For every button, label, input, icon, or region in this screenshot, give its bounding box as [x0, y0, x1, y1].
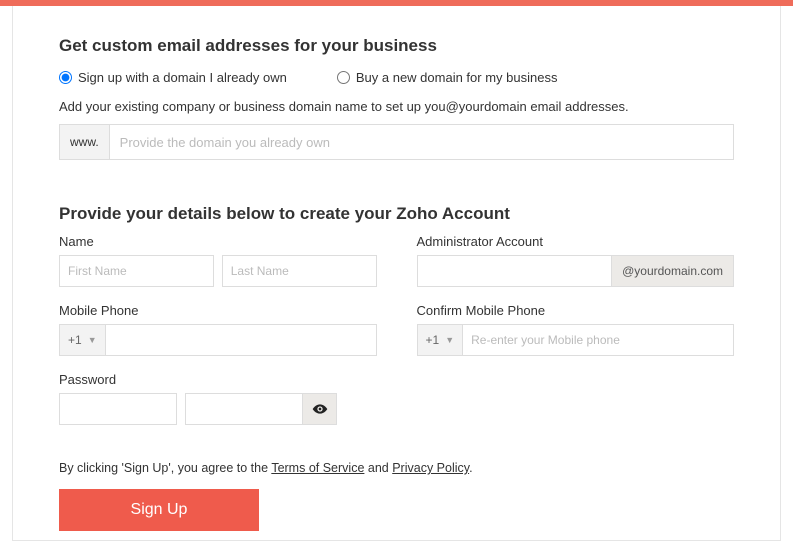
- signup-panel: Get custom email addresses for your busi…: [12, 6, 781, 541]
- first-name-input[interactable]: [59, 255, 214, 287]
- section-title-details: Provide your details below to create you…: [59, 204, 734, 224]
- admin-label: Administrator Account: [417, 234, 735, 249]
- password-input[interactable]: [59, 393, 177, 425]
- name-field-block: Name: [59, 234, 377, 287]
- admin-account-input[interactable]: [417, 255, 613, 287]
- domain-input-wrap: www.: [59, 124, 734, 160]
- chevron-down-icon: ▼: [445, 335, 454, 345]
- name-label: Name: [59, 234, 377, 249]
- admin-field-block: Administrator Account @yourdomain.com: [417, 234, 735, 287]
- confirm-mobile-country-code-select[interactable]: +1 ▼: [417, 324, 464, 356]
- agree-suffix: .: [469, 461, 472, 475]
- form-col-right: Administrator Account @yourdomain.com Co…: [417, 234, 735, 441]
- mobile-field-block: Mobile Phone +1 ▼: [59, 303, 377, 356]
- terms-of-service-link[interactable]: Terms of Service: [271, 461, 364, 475]
- mobile-country-code-select[interactable]: +1 ▼: [59, 324, 106, 356]
- domain-option-radios: Sign up with a domain I already own Buy …: [59, 70, 734, 85]
- confirm-mobile-label: Confirm Mobile Phone: [417, 303, 735, 318]
- mobile-input[interactable]: [106, 324, 377, 356]
- password-label: Password: [59, 372, 377, 387]
- toggle-password-visibility[interactable]: [303, 393, 337, 425]
- radio-buy-domain-input[interactable]: [337, 71, 350, 84]
- mobile-label: Mobile Phone: [59, 303, 377, 318]
- admin-domain-suffix: @yourdomain.com: [612, 255, 734, 287]
- radio-own-domain[interactable]: Sign up with a domain I already own: [59, 70, 287, 85]
- radio-buy-domain-label: Buy a new domain for my business: [356, 70, 558, 85]
- form-grid: Name Mobile Phone +1 ▼ Password: [59, 234, 734, 441]
- mobile-country-code-value: +1: [68, 333, 82, 347]
- confirm-password-input[interactable]: [185, 393, 303, 425]
- domain-input[interactable]: [110, 125, 733, 159]
- domain-hint-text: Add your existing company or business do…: [59, 99, 734, 114]
- form-col-left: Name Mobile Phone +1 ▼ Password: [59, 234, 377, 441]
- chevron-down-icon: ▼: [88, 335, 97, 345]
- confirm-mobile-country-code-value: +1: [426, 333, 440, 347]
- last-name-input[interactable]: [222, 255, 377, 287]
- eye-icon: [312, 401, 328, 417]
- section-title-domain: Get custom email addresses for your busi…: [59, 36, 734, 56]
- radio-own-domain-input[interactable]: [59, 71, 72, 84]
- privacy-policy-link[interactable]: Privacy Policy: [392, 461, 469, 475]
- agreement-text: By clicking 'Sign Up', you agree to the …: [59, 461, 734, 475]
- domain-prefix-label: www.: [60, 125, 110, 159]
- radio-own-domain-label: Sign up with a domain I already own: [78, 70, 287, 85]
- confirm-mobile-input[interactable]: [463, 324, 734, 356]
- agree-mid: and: [364, 461, 392, 475]
- radio-buy-domain[interactable]: Buy a new domain for my business: [337, 70, 558, 85]
- password-field-block: Password: [59, 372, 377, 425]
- signup-button[interactable]: Sign Up: [59, 489, 259, 531]
- confirm-mobile-field-block: Confirm Mobile Phone +1 ▼: [417, 303, 735, 356]
- agree-prefix: By clicking 'Sign Up', you agree to the: [59, 461, 271, 475]
